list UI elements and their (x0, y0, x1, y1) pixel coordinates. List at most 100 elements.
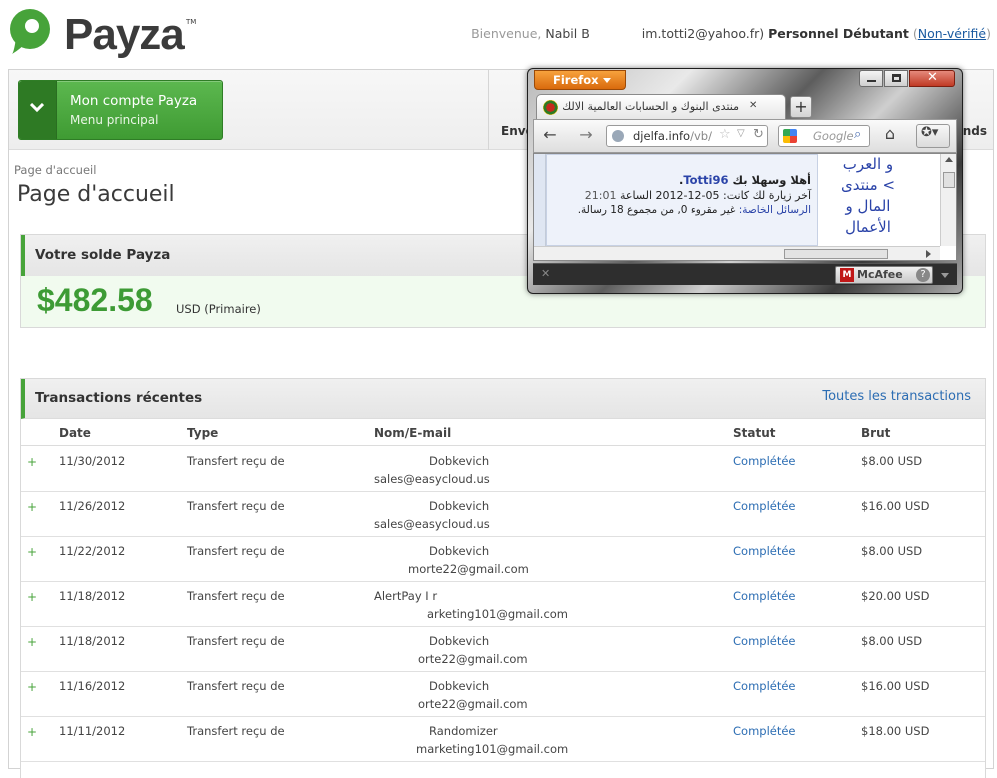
favicon-icon (543, 100, 558, 115)
reload-icon[interactable]: ↻ (753, 127, 764, 142)
mcafee-logo-icon: M (840, 268, 854, 282)
scroll-right-arrow-icon[interactable] (926, 250, 931, 258)
breadcrumb[interactable]: Page d'accueil (14, 163, 96, 177)
home-icon[interactable]: ⌂ (878, 124, 902, 148)
horizontal-scroll-thumb[interactable] (784, 249, 888, 259)
browser-content[interactable]: أهلا وسهلا بك Totti96. آخر زيارة لك كانت… (533, 153, 957, 261)
table-row[interactable]: + 11/26/2012 Transfert reçu de Dobkevich… (21, 492, 985, 537)
column-header-gross[interactable]: Brut (861, 426, 890, 440)
column-header-date[interactable]: Date (59, 426, 91, 440)
chevron-down-icon[interactable] (941, 273, 949, 278)
row-email: orte22@gmail.com (418, 697, 528, 711)
verify-status-link[interactable]: Non-vérifié (918, 26, 986, 41)
row-amount: $16.00 USD (861, 499, 930, 513)
column-header-name[interactable]: Nom/E-mail (374, 426, 451, 440)
forum-link-line[interactable]: الأعمال (820, 217, 916, 238)
forum-link-line[interactable]: المال و (820, 196, 916, 217)
row-date: 11/26/2012 (59, 499, 126, 513)
payza-logo[interactable]: Payza TM (8, 8, 208, 60)
welcome-panel: أهلا وسهلا بك Totti96. آخر زيارة لك كانت… (546, 154, 818, 246)
row-date: 11/22/2012 (59, 544, 126, 558)
forum-link-line[interactable]: > منتدى (820, 175, 916, 196)
private-messages-link[interactable]: الرسائل الخاصة: (739, 204, 811, 216)
page-title: Page d'accueil (17, 182, 175, 207)
account-menu-toggle[interactable] (19, 81, 57, 139)
expand-row-icon[interactable]: + (27, 680, 37, 694)
expand-row-icon[interactable]: + (27, 725, 37, 739)
column-header-type[interactable]: Type (187, 426, 218, 440)
maximize-button[interactable] (884, 70, 908, 87)
vertical-scrollbar[interactable] (940, 154, 956, 246)
nav-funds-link[interactable]: nds (963, 124, 987, 138)
row-type: Transfert reçu de (187, 724, 285, 738)
close-button[interactable]: ✕ (909, 70, 955, 87)
welcome-line: أهلا وسهلا بك Totti96. (678, 173, 811, 187)
bookmark-star-icon[interactable]: ☆ (719, 127, 731, 142)
mcafee-button[interactable]: M McAfee ? (835, 266, 933, 284)
search-box[interactable]: Google ⌕ (778, 125, 870, 147)
table-row[interactable]: + 11/11/2012 Transfert reçu de Randomize… (21, 717, 985, 762)
table-row[interactable]: + 11/18/2012 Transfert reçu de AlertPay … (21, 582, 985, 627)
new-tab-button[interactable]: + (790, 96, 812, 118)
forum-link-line[interactable]: و العرب (820, 154, 916, 175)
row-status-link[interactable]: Complétée (733, 724, 796, 738)
horizontal-scrollbar[interactable] (534, 246, 940, 260)
column-header-status[interactable]: Statut (733, 426, 776, 440)
url-dropdown-icon[interactable]: ▽ (737, 128, 745, 139)
google-icon[interactable] (783, 129, 797, 143)
all-transactions-link[interactable]: Toutes les transactions (822, 389, 971, 404)
table-row[interactable]: + 11/16/2012 Transfert reçu de Dobkevich… (21, 672, 985, 717)
private-messages-line: الرسائل الخاصة: غير مقروء 0, من مجموع 18… (553, 204, 811, 216)
row-amount: $20.00 USD (861, 589, 930, 603)
browser-tab[interactable]: منتدى البنوك و الحسابات العالمية الالك..… (536, 94, 786, 120)
balance-title: Votre solde Payza (35, 247, 171, 263)
forum-link-block[interactable]: و العرب > منتدى المال و الأعمال (820, 154, 916, 246)
account-level: Personnel Débutant (768, 26, 909, 41)
expand-row-icon[interactable]: + (27, 635, 37, 649)
row-type: Transfert reçu de (187, 679, 285, 693)
table-row[interactable]: + 11/18/2012 Transfert reçu de Dobkevich… (21, 627, 985, 672)
row-email: orte22@gmail.com (418, 652, 528, 666)
row-status-link[interactable]: Complétée (733, 544, 796, 558)
minimize-button[interactable] (859, 70, 883, 87)
account-menu-button[interactable]: Mon compte Payza Menu principal (18, 80, 223, 140)
row-type: Transfert reçu de (187, 589, 285, 603)
table-row[interactable]: + 11/30/2012 Transfert reçu de Dobkevich… (21, 447, 985, 492)
url-bar[interactable]: djelfa.info/vb/ ☆ ▽ ↻ (606, 125, 768, 147)
scroll-up-arrow-icon[interactable] (945, 157, 953, 162)
forum-username[interactable]: Totti96 (683, 173, 728, 187)
expand-row-icon[interactable]: + (27, 455, 37, 469)
table-row[interactable]: + 11/22/2012 Transfert reçu de Dobkevich… (21, 537, 985, 582)
account-menu-title: Mon compte Payza (70, 93, 198, 109)
user-email: im.totti2@yahoo.fr) (641, 26, 765, 41)
row-name: Randomizer (429, 724, 498, 738)
row-email: sales@easycloud.us (374, 517, 490, 531)
row-email: morte22@gmail.com (408, 562, 529, 576)
back-arrow-icon[interactable]: ← (538, 125, 562, 147)
vertical-scroll-thumb[interactable] (943, 172, 955, 188)
site-identity-icon[interactable] (612, 130, 624, 142)
firefox-window[interactable]: Firefox ✕ منتدى البنوك و الحسابات العالم… (527, 68, 963, 294)
row-status-link[interactable]: Complétée (733, 634, 796, 648)
transactions-column-headers: Date Type Nom/E-mail Statut Brut (21, 420, 985, 446)
help-icon[interactable]: ? (916, 268, 930, 282)
close-addon-bar-icon[interactable]: ✕ (541, 267, 550, 280)
row-status-link[interactable]: Complétée (733, 454, 796, 468)
row-status-link[interactable]: Complétée (733, 499, 796, 513)
row-status-link[interactable]: Complétée (733, 679, 796, 693)
expand-row-icon[interactable]: + (27, 500, 37, 514)
tab-close-icon[interactable]: ✕ (749, 100, 757, 111)
search-icon[interactable]: ⌕ (854, 127, 861, 142)
forward-arrow-icon[interactable]: → (574, 125, 598, 147)
firefox-menu-button[interactable]: Firefox (534, 70, 626, 90)
row-status-link[interactable]: Complétée (733, 589, 796, 603)
row-amount: $8.00 USD (861, 544, 923, 558)
last-visit-time: 21:01 (584, 189, 617, 202)
row-date: 11/18/2012 (59, 634, 126, 648)
expand-row-icon[interactable]: + (27, 590, 37, 604)
last-visit-date: 05-12-2012 (655, 189, 720, 202)
bookmarks-menu-button[interactable]: ✪▾ (916, 124, 950, 148)
expand-row-icon[interactable]: + (27, 545, 37, 559)
maximize-icon (892, 74, 901, 82)
brand-name: Payza (64, 10, 185, 59)
